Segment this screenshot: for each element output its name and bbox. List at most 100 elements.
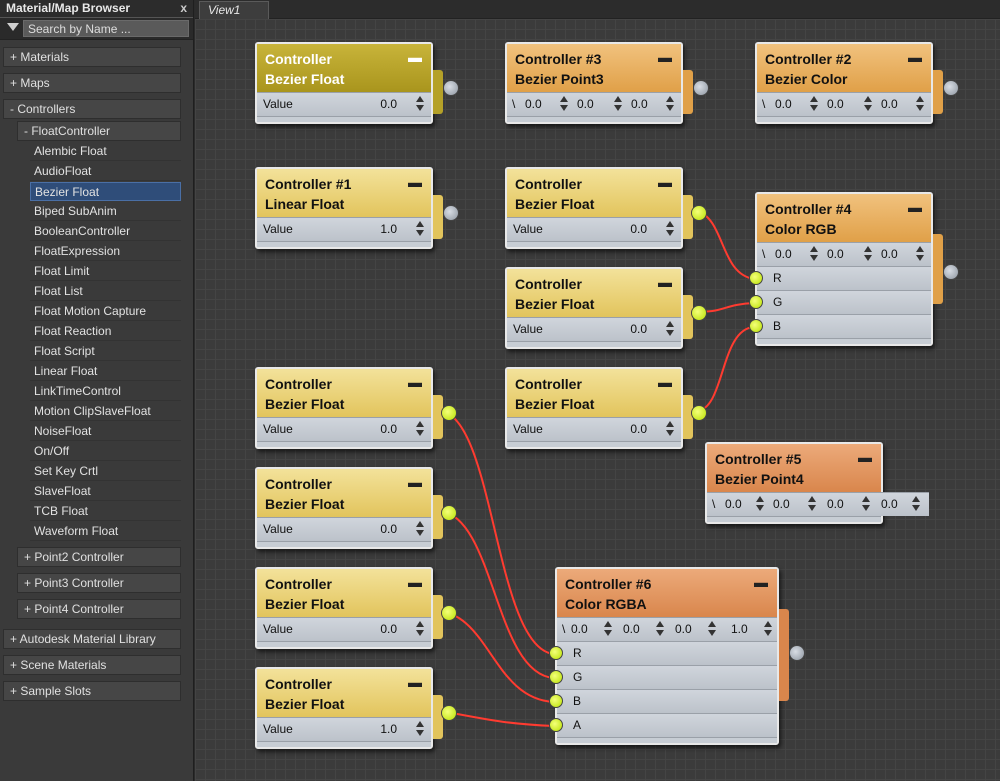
value-field[interactable]: 0.0	[630, 422, 647, 436]
minimize-icon[interactable]: ▬	[658, 272, 672, 292]
minimize-icon[interactable]: ▬	[408, 372, 422, 392]
spinner-icon[interactable]	[915, 245, 925, 263]
r-field[interactable]: 0.0	[571, 622, 588, 636]
spinner-icon[interactable]	[415, 720, 425, 738]
input-port[interactable]	[549, 646, 563, 660]
spinner-icon[interactable]	[559, 95, 569, 113]
spinner-icon[interactable]	[915, 95, 925, 113]
list-item[interactable]: Set Key Crtl	[30, 462, 181, 481]
subcategory-float-controller[interactable]: - FloatController	[17, 121, 181, 141]
minimize-icon[interactable]: ▬	[408, 172, 422, 192]
input-port[interactable]	[749, 319, 763, 333]
value-field[interactable]: 0.0	[380, 97, 397, 111]
subcategory-point3[interactable]: + Point3 Controller	[17, 573, 181, 593]
resize-handle[interactable]	[507, 341, 681, 347]
output-port[interactable]	[443, 80, 459, 96]
g-field[interactable]: 0.0	[827, 247, 844, 261]
close-icon[interactable]: x	[180, 1, 187, 15]
value-field[interactable]: 0.0	[630, 322, 647, 336]
category-controllers[interactable]: - Controllers	[3, 99, 181, 119]
category-sample-slots[interactable]: + Sample Slots	[3, 681, 181, 701]
resize-handle[interactable]	[257, 741, 431, 747]
spinner-icon[interactable]	[655, 620, 665, 638]
x-field[interactable]: 0.0	[725, 497, 742, 511]
spinner-icon[interactable]	[809, 95, 819, 113]
resize-handle[interactable]	[257, 641, 431, 647]
spinner-icon[interactable]	[415, 520, 425, 538]
r-field[interactable]: 0.0	[775, 97, 792, 111]
node-header[interactable]: Controller #1 Linear Float ▬	[257, 169, 431, 217]
spinner-icon[interactable]	[665, 95, 675, 113]
list-item[interactable]: Float Script	[30, 342, 181, 361]
minimize-icon[interactable]: ▬	[658, 172, 672, 192]
spinner-icon[interactable]	[863, 245, 873, 263]
output-port[interactable]	[443, 205, 459, 221]
node-controller-6[interactable]: Controller #6 Color RGBA ▬ \ 0.0 0.0 0.0…	[549, 567, 805, 745]
list-item[interactable]: Alembic Float	[30, 142, 181, 161]
node-header[interactable]: Controller Bezier Float ▬	[257, 469, 431, 517]
spinner-icon[interactable]	[665, 220, 675, 238]
category-scene-materials[interactable]: + Scene Materials	[3, 655, 181, 675]
x-field[interactable]: 0.0	[525, 97, 542, 111]
y-field[interactable]: 0.0	[577, 97, 594, 111]
minimize-icon[interactable]: ▬	[658, 372, 672, 392]
resize-handle[interactable]	[557, 737, 777, 743]
node-bezier-float-3[interactable]: Controller Bezier Float ▬ Value 0.0	[255, 567, 457, 649]
list-item-selected[interactable]: Bezier Float	[30, 182, 181, 201]
subcategory-point2[interactable]: + Point2 Controller	[17, 547, 181, 567]
node-header[interactable]: Controller #5 Bezier Point4 ▬	[707, 444, 881, 492]
resize-handle[interactable]	[257, 441, 431, 447]
output-port-connected[interactable]	[441, 505, 457, 521]
search-input[interactable]	[23, 20, 189, 37]
value-field[interactable]: 0.0	[630, 222, 647, 236]
spinner-icon[interactable]	[415, 95, 425, 113]
list-item[interactable]: On/Off	[30, 442, 181, 461]
spinner-icon[interactable]	[415, 220, 425, 238]
list-item[interactable]: Linear Float	[30, 362, 181, 381]
list-item[interactable]: LinkTimeControl	[30, 382, 181, 401]
spinner-icon[interactable]	[613, 95, 623, 113]
list-item[interactable]: Waveform Float	[30, 522, 181, 541]
spinner-icon[interactable]	[415, 420, 425, 438]
output-port-connected[interactable]	[441, 405, 457, 421]
output-port-connected[interactable]	[441, 705, 457, 721]
output-port[interactable]	[943, 80, 959, 96]
g-field[interactable]: 0.0	[827, 97, 844, 111]
node-header[interactable]: Controller Bezier Float ▬	[507, 369, 681, 417]
output-port-connected[interactable]	[691, 305, 707, 321]
spinner-icon[interactable]	[809, 245, 819, 263]
node-header[interactable]: Controller Bezier Float ▬	[257, 669, 431, 717]
spinner-icon[interactable]	[755, 495, 765, 513]
resize-handle[interactable]	[707, 516, 881, 522]
tab-view1[interactable]: View1	[199, 1, 269, 19]
z-field[interactable]: 0.0	[631, 97, 648, 111]
value-field[interactable]: 1.0	[380, 722, 397, 736]
value-field[interactable]: 0.0	[380, 522, 397, 536]
node-header[interactable]: Controller #2 Bezier Color ▬	[757, 44, 931, 92]
spinner-icon[interactable]	[665, 420, 675, 438]
spinner-icon[interactable]	[807, 495, 817, 513]
node-bezier-float-1[interactable]: Controller Bezier Float ▬ Value 0.0	[255, 367, 457, 449]
minimize-icon[interactable]: ▬	[908, 197, 922, 217]
list-item[interactable]: BooleanController	[30, 222, 181, 241]
node-header[interactable]: Controller #6 Color RGBA ▬	[557, 569, 777, 617]
g-field[interactable]: 0.0	[623, 622, 640, 636]
resize-handle[interactable]	[257, 541, 431, 547]
node-header[interactable]: Controller Bezier Float ▬	[257, 569, 431, 617]
resize-handle[interactable]	[257, 116, 431, 122]
list-item[interactable]: Float Reaction	[30, 322, 181, 341]
input-port[interactable]	[749, 295, 763, 309]
node-bezier-float-2[interactable]: Controller Bezier Float ▬ Value 0.0	[255, 467, 457, 549]
category-maps[interactable]: + Maps	[3, 73, 181, 93]
spinner-icon[interactable]	[665, 320, 675, 338]
a-field[interactable]: 1.0	[731, 622, 748, 636]
node-header[interactable]: Controller #4 Color RGB ▬	[757, 194, 931, 242]
b-field[interactable]: 0.0	[881, 247, 898, 261]
spinner-icon[interactable]	[861, 495, 871, 513]
spinner-icon[interactable]	[863, 95, 873, 113]
input-port[interactable]	[549, 670, 563, 684]
resize-handle[interactable]	[757, 116, 931, 122]
node-bezier-float-top[interactable]: Controller Bezier Float ▬ Value 0.0	[255, 42, 459, 124]
list-item[interactable]: Float Motion Capture	[30, 302, 181, 321]
minimize-icon[interactable]: ▬	[408, 572, 422, 592]
